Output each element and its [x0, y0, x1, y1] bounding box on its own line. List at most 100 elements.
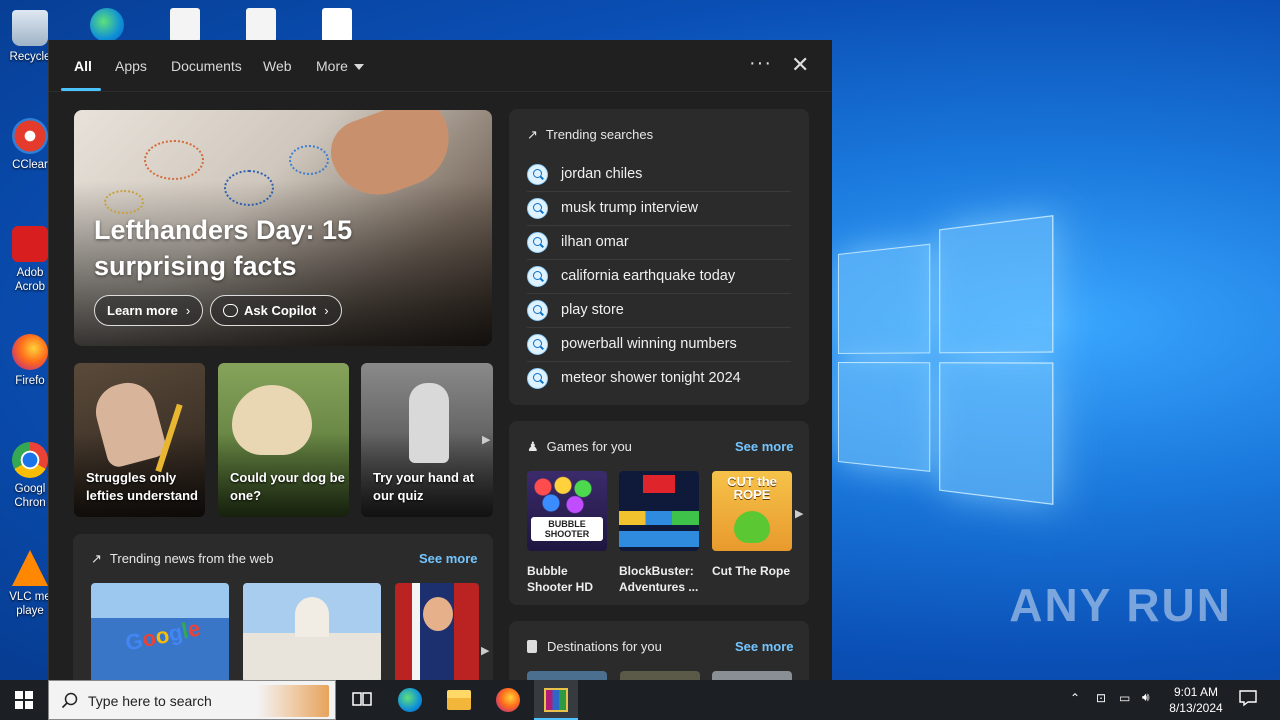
- more-options-icon[interactable]: ···: [749, 52, 772, 75]
- learn-more-button[interactable]: Learn more ›: [94, 295, 204, 326]
- card-dog[interactable]: Could your dog be one?: [218, 363, 349, 517]
- game-bubble-shooter[interactable]: BUBBLE SHOOTER Bubble Shooter HD: [527, 471, 607, 595]
- desktop-icon-label: Recycle: [9, 51, 51, 63]
- winrar-icon: [544, 688, 568, 712]
- gamepad-icon: ♟: [527, 439, 539, 454]
- trending-search-item[interactable]: california earthquake today: [527, 260, 791, 294]
- chevron-right-icon[interactable]: ▶: [795, 507, 803, 520]
- blank-file-icon[interactable]: [322, 8, 352, 42]
- tab-more[interactable]: More: [316, 58, 364, 74]
- windows-logo-wallpaper: [838, 215, 1058, 506]
- google-logo-image: Google: [123, 615, 203, 656]
- edge-taskbar-icon[interactable]: [398, 688, 422, 712]
- close-icon[interactable]: ✕: [791, 54, 809, 76]
- hero-title: Lefthanders Day: 15 surprising facts: [94, 215, 353, 281]
- hand-image: [321, 110, 463, 209]
- trending-search-text: musk trump interview: [561, 200, 698, 216]
- ccleaner-icon: [12, 118, 48, 154]
- desktop-icon-chrome[interactable]: Googl Chron: [6, 442, 54, 510]
- taskbar-search-box[interactable]: Type here to search: [48, 680, 336, 720]
- chevron-right-icon[interactable]: ▶: [482, 433, 490, 446]
- trending-search-item[interactable]: ilhan omar: [527, 226, 791, 260]
- trend-arrow-icon: ↗: [527, 127, 538, 142]
- games-see-more[interactable]: See more: [735, 439, 794, 454]
- tab-web[interactable]: Web: [263, 58, 292, 74]
- firefox-taskbar-icon[interactable]: [496, 688, 520, 712]
- desktop-icon-label: Googl Chron: [14, 483, 46, 509]
- news-image-capitol[interactable]: [243, 583, 381, 683]
- search-highlight-image: [257, 685, 329, 717]
- volume-icon[interactable]: 🔊︎: [1142, 690, 1150, 705]
- windows-start-icon: [15, 691, 33, 709]
- trending-searches-label: Trending searches: [545, 127, 654, 142]
- trending-searches-section: ↗ Trending searches jordan chiles musk tr…: [509, 109, 809, 405]
- tab-apps[interactable]: Apps: [115, 58, 147, 74]
- game-name: Cut The Rope: [712, 564, 790, 578]
- trending-search-item[interactable]: play store: [527, 294, 791, 328]
- active-app-taskbar-button[interactable]: [534, 680, 578, 720]
- desktop-icon-vlc[interactable]: VLC me playe: [6, 550, 54, 618]
- news-image-google[interactable]: Google: [91, 583, 229, 683]
- card-caption: Try your hand at our quiz: [373, 470, 475, 503]
- hero-card[interactable]: Lefthanders Day: 15 surprising facts Lea…: [74, 110, 492, 346]
- learn-more-label: Learn more: [107, 303, 178, 318]
- ask-copilot-button[interactable]: Ask Copilot ›: [210, 295, 342, 326]
- trending-news-section: ↗ Trending news from the web See more Goo…: [73, 534, 493, 694]
- trending-search-item[interactable]: powerball winning numbers: [527, 328, 791, 362]
- suitcase-icon: [527, 640, 537, 653]
- game-cut-the-rope[interactable]: CUT the ROPE Cut The Rope: [712, 471, 792, 579]
- image-file-icon[interactable]: [246, 8, 276, 42]
- desktop-icon-label: VLC me playe: [9, 591, 51, 617]
- tab-more-label: More: [316, 58, 348, 74]
- capitol-dome-image: [295, 597, 329, 637]
- game-thumbnail: BUBBLE SHOOTER: [527, 471, 607, 551]
- clock[interactable]: 9:01 AM 8/13/2024: [1164, 684, 1228, 716]
- vlc-icon: [12, 550, 48, 586]
- game-thumbnail: CUT the ROPE: [712, 471, 792, 551]
- trending-search-item[interactable]: musk trump interview: [527, 192, 791, 226]
- desktop-icon-acrobat[interactable]: Adob Acrob: [6, 226, 54, 294]
- clock-date: 8/13/2024: [1169, 701, 1223, 715]
- trending-search-text: ilhan omar: [561, 234, 629, 250]
- task-view-icon[interactable]: [350, 688, 374, 712]
- card-caption: Struggles only lefties understand: [86, 470, 198, 503]
- trending-search-text: california earthquake today: [561, 268, 736, 284]
- image-file-icon[interactable]: [170, 8, 200, 42]
- start-button[interactable]: [0, 680, 48, 720]
- hero-image-decoration: [104, 190, 144, 214]
- desktop-icon-firefox[interactable]: Firefo: [6, 334, 54, 388]
- search-panel: All Apps Documents Web More ··· ✕ Leftha…: [48, 40, 832, 694]
- show-hidden-icons[interactable]: ⌃: [1070, 691, 1080, 705]
- card-lefties[interactable]: Struggles only lefties understand: [74, 363, 205, 517]
- search-icon: [527, 300, 548, 321]
- chevron-right-icon[interactable]: ▶: [481, 644, 489, 657]
- destinations-see-more[interactable]: See more: [735, 639, 794, 654]
- game-name: BlockBuster: Adventures ...: [619, 564, 699, 594]
- game-blockbuster[interactable]: BlockBuster: Adventures ...: [619, 471, 699, 595]
- desktop-icon-ccleaner[interactable]: CClear: [6, 118, 54, 172]
- notification-icon[interactable]: [1238, 688, 1258, 711]
- tab-documents[interactable]: Documents: [171, 58, 242, 74]
- om-nom-image: [734, 511, 770, 543]
- network-icon[interactable]: ▭: [1119, 691, 1130, 705]
- meet-now-icon[interactable]: ⊡: [1096, 691, 1106, 705]
- acrobat-icon: [12, 226, 48, 262]
- hero-image-decoration: [144, 140, 204, 180]
- chevron-right-icon: ›: [185, 303, 191, 318]
- baseball-player-image: [409, 383, 449, 463]
- chevron-down-icon: [353, 64, 364, 71]
- anyrun-watermark: ANY RUN: [1009, 579, 1232, 631]
- desktop-icon-recycle-bin[interactable]: Recycle: [6, 10, 54, 64]
- edge-desktop-icon[interactable]: [90, 8, 124, 42]
- card-quiz[interactable]: Try your hand at our quiz: [361, 363, 493, 517]
- hero-image-decoration: [289, 145, 329, 175]
- news-image-person[interactable]: [395, 583, 479, 683]
- trending-news-see-more[interactable]: See more: [419, 551, 478, 566]
- trending-search-item[interactable]: jordan chiles: [527, 158, 791, 192]
- tab-all[interactable]: All: [74, 58, 92, 74]
- file-explorer-icon[interactable]: [447, 690, 471, 710]
- search-icon: [527, 198, 548, 219]
- trending-search-item[interactable]: meteor shower tonight 2024: [527, 362, 791, 396]
- search-icon: [527, 368, 548, 389]
- game-logo-text: BUBBLE SHOOTER: [531, 517, 603, 541]
